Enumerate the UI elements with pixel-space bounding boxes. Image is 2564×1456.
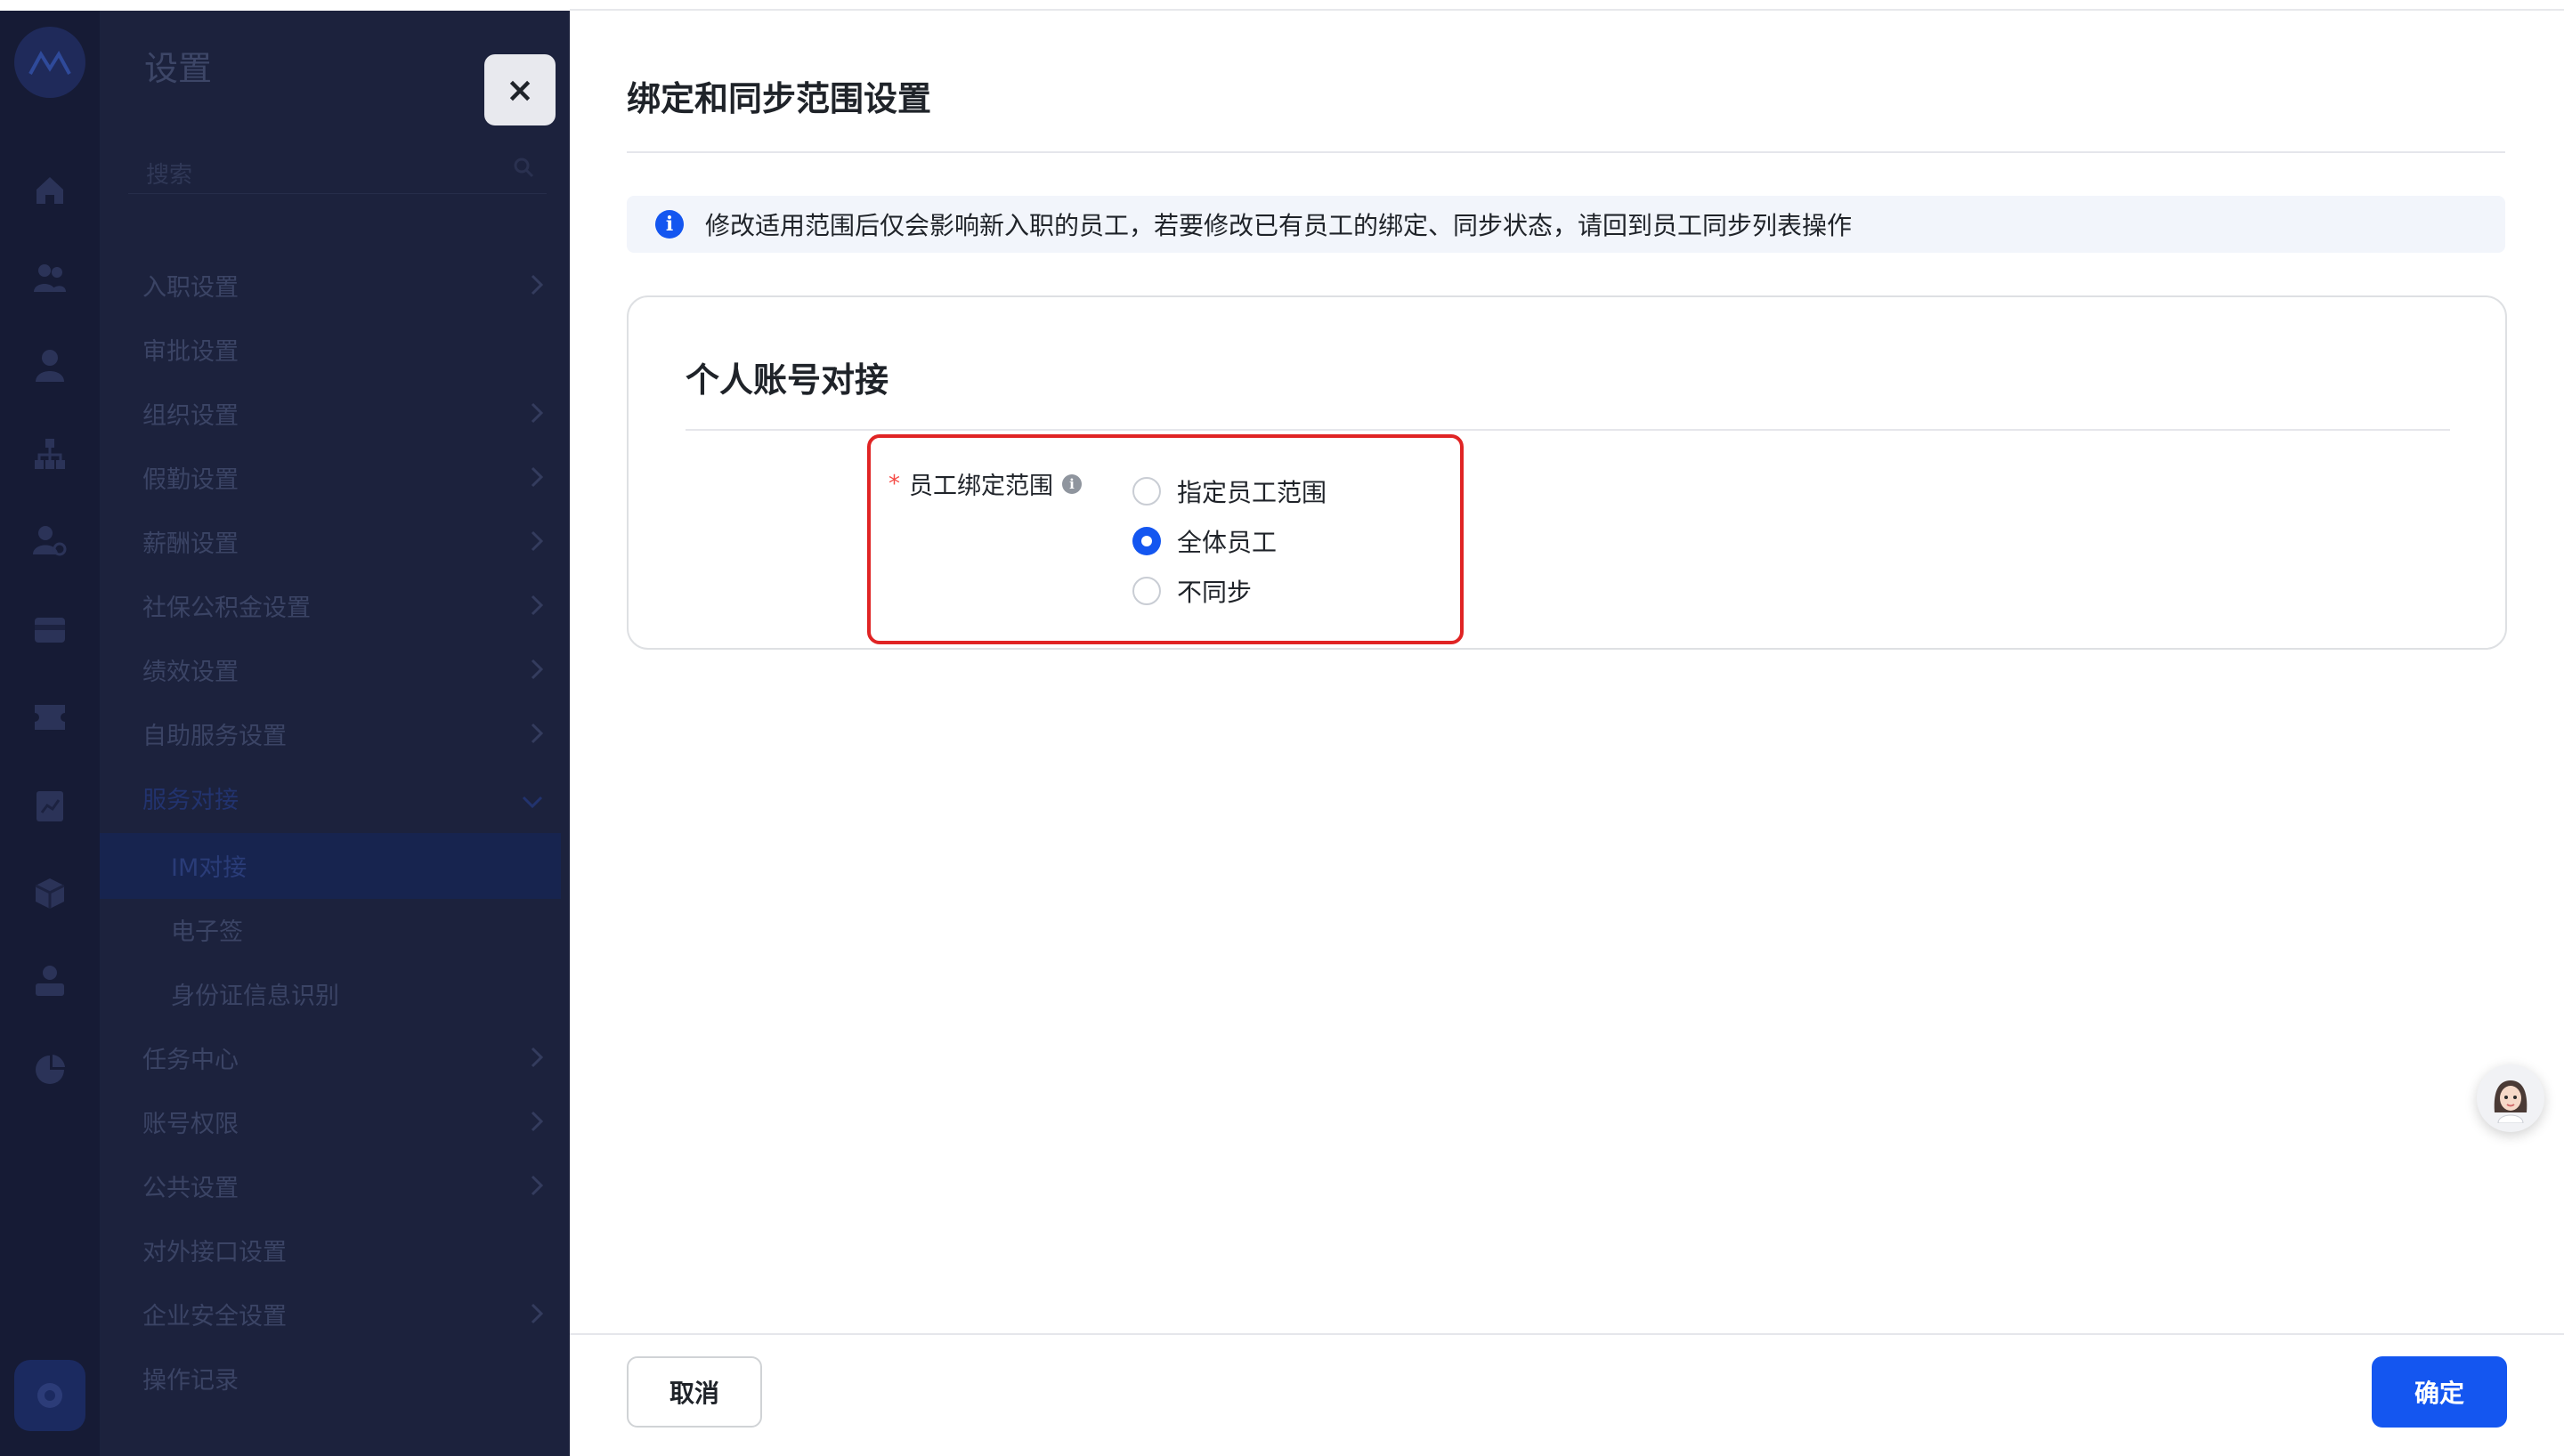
field-label-text: 员工绑定范围 (909, 473, 1053, 500)
chevron-right-icon (531, 530, 544, 558)
menu-item-label: 企业安全设置 (142, 1302, 287, 1331)
menu-item-label: 操作记录 (142, 1366, 239, 1395)
menu-item-payroll[interactable]: 薪酬设置 (142, 509, 552, 573)
org-chart-icon[interactable] (30, 434, 69, 473)
info-icon: i (655, 210, 684, 239)
settings-drawer: 绑定和同步范围设置 i 修改适用范围后仅会影响新入职的员工，若要修改已有员工的绑… (570, 11, 2564, 1456)
pie-chart-icon[interactable] (30, 1050, 69, 1089)
app-rail (0, 11, 100, 1456)
menu-item-label: 公共设置 (142, 1174, 239, 1202)
card-title: 个人账号对接 (686, 360, 889, 400)
menu-item-attendance[interactable]: 假勤设置 (142, 445, 552, 509)
settings-menu: 设置 搜索 入职设置 审批设置 组织设置 假勤设置 薪酬设置 社保公积金设置 绩… (100, 11, 570, 1456)
highlight-box: * 员工绑定范围 i 指定员工范围 全体员工 不同步 (867, 434, 1464, 644)
menu-item-id-recognition[interactable]: 身份证信息识别 (171, 961, 570, 1025)
drawer-title: 绑定和同步范围设置 (627, 79, 932, 118)
menu-search-placeholder: 搜索 (146, 162, 193, 189)
radio-label: 全体员工 (1177, 528, 1278, 557)
chevron-right-icon (531, 723, 544, 750)
chevron-right-icon (531, 659, 544, 686)
user-icon[interactable] (30, 345, 69, 384)
menu-item-onboarding[interactable]: 入职设置 (142, 253, 552, 317)
menu-item-task-center[interactable]: 任务中心 (142, 1025, 552, 1089)
footer-divider (570, 1333, 2564, 1335)
menu-item-label: 任务中心 (142, 1046, 239, 1074)
chevron-right-icon (531, 274, 544, 302)
person-card-icon[interactable] (30, 961, 69, 1000)
menu-item-external-api[interactable]: 对外接口设置 (142, 1217, 552, 1282)
menu-item-account-permissions[interactable]: 账号权限 (142, 1089, 552, 1153)
menu-item-label: 电子签 (171, 918, 243, 946)
chevron-right-icon (531, 1175, 544, 1202)
chevron-right-icon (531, 1111, 544, 1138)
menu-item-label: 绩效设置 (142, 658, 239, 686)
info-notice: i 修改适用范围后仅会影响新入职的员工，若要修改已有员工的绑定、同步状态，请回到… (627, 196, 2505, 253)
menu-item-public-settings[interactable]: 公共设置 (142, 1153, 552, 1217)
radio-label: 指定员工范围 (1177, 478, 1327, 507)
help-icon[interactable]: i (1062, 473, 1082, 494)
menu-item-social-insurance[interactable]: 社保公积金设置 (142, 573, 552, 637)
radio-circle[interactable] (1132, 577, 1161, 605)
menu-item-security[interactable]: 企业安全设置 (142, 1282, 552, 1346)
cube-icon[interactable] (30, 874, 69, 913)
wallet-icon[interactable] (30, 611, 69, 650)
menu-item-label: 假勤设置 (142, 465, 239, 494)
user-settings-icon[interactable] (30, 522, 69, 561)
account-binding-card: 个人账号对接 * 员工绑定范围 i 指定员工范围 全体员工 不同步 (627, 295, 2507, 650)
menu-item-performance[interactable]: 绩效设置 (142, 637, 552, 701)
menu-item-label: 服务对接 (142, 786, 239, 814)
menu-item-label: 自助服务设置 (142, 722, 287, 750)
notice-text: 修改适用范围后仅会影响新入职的员工，若要修改已有员工的绑定、同步状态，请回到员工… (705, 211, 1853, 240)
search-icon (513, 157, 534, 182)
radio-circle[interactable] (1132, 477, 1161, 506)
chevron-right-icon (531, 1303, 544, 1331)
assistant-avatar[interactable] (2477, 1064, 2544, 1132)
menu-item-label: 账号权限 (142, 1110, 239, 1138)
radio-specified-range[interactable]: 指定员工范围 (1132, 473, 1327, 509)
settings-icon[interactable] (14, 1360, 85, 1431)
menu-title: 设置 (144, 49, 213, 88)
menu-item-e-signature[interactable]: 电子签 (171, 897, 570, 961)
report-icon[interactable] (30, 787, 69, 826)
logo-icon[interactable] (14, 27, 85, 98)
menu-item-self-service[interactable]: 自助服务设置 (142, 701, 552, 765)
menu-item-label: 入职设置 (142, 273, 239, 302)
menu-item-organization[interactable]: 组织设置 (142, 381, 552, 445)
chevron-right-icon (531, 466, 544, 494)
menu-item-label: 组织设置 (142, 401, 239, 430)
home-icon[interactable] (30, 171, 69, 210)
menu-item-operation-log[interactable]: 操作记录 (142, 1346, 552, 1410)
menu-item-service-integration[interactable]: 服务对接 (142, 765, 552, 829)
radio-label: 不同步 (1177, 578, 1253, 607)
chevron-down-icon (522, 787, 543, 814)
team-icon[interactable] (30, 258, 69, 297)
card-divider (686, 429, 2450, 431)
menu-item-label: 对外接口设置 (142, 1238, 287, 1266)
menu-item-label: 社保公积金设置 (142, 594, 311, 622)
menu-item-label: 薪酬设置 (142, 530, 239, 558)
cancel-button[interactable]: 取消 (627, 1356, 762, 1428)
radio-no-sync[interactable]: 不同步 (1132, 573, 1252, 609)
confirm-button[interactable]: 确定 (2372, 1356, 2507, 1428)
menu-item-label: 审批设置 (142, 337, 239, 366)
chevron-right-icon (531, 1047, 544, 1074)
required-mark: * (888, 470, 900, 497)
close-button[interactable]: × (484, 54, 556, 125)
menu-item-approval[interactable]: 审批设置 (142, 317, 552, 381)
radio-circle-checked[interactable] (1132, 527, 1161, 555)
field-label: * 员工绑定范围 i (888, 466, 1082, 501)
chevron-right-icon (531, 402, 544, 430)
ticket-icon[interactable] (30, 698, 69, 737)
menu-item-label: 身份证信息识别 (171, 982, 339, 1010)
radio-all-employees[interactable]: 全体员工 (1132, 523, 1277, 559)
menu-item-label: IM对接 (171, 853, 247, 882)
menu-search-input[interactable]: 搜索 (128, 144, 547, 194)
title-divider (627, 151, 2505, 153)
menu-item-im-integration[interactable]: IM对接 (171, 833, 570, 897)
chevron-right-icon (531, 595, 544, 622)
